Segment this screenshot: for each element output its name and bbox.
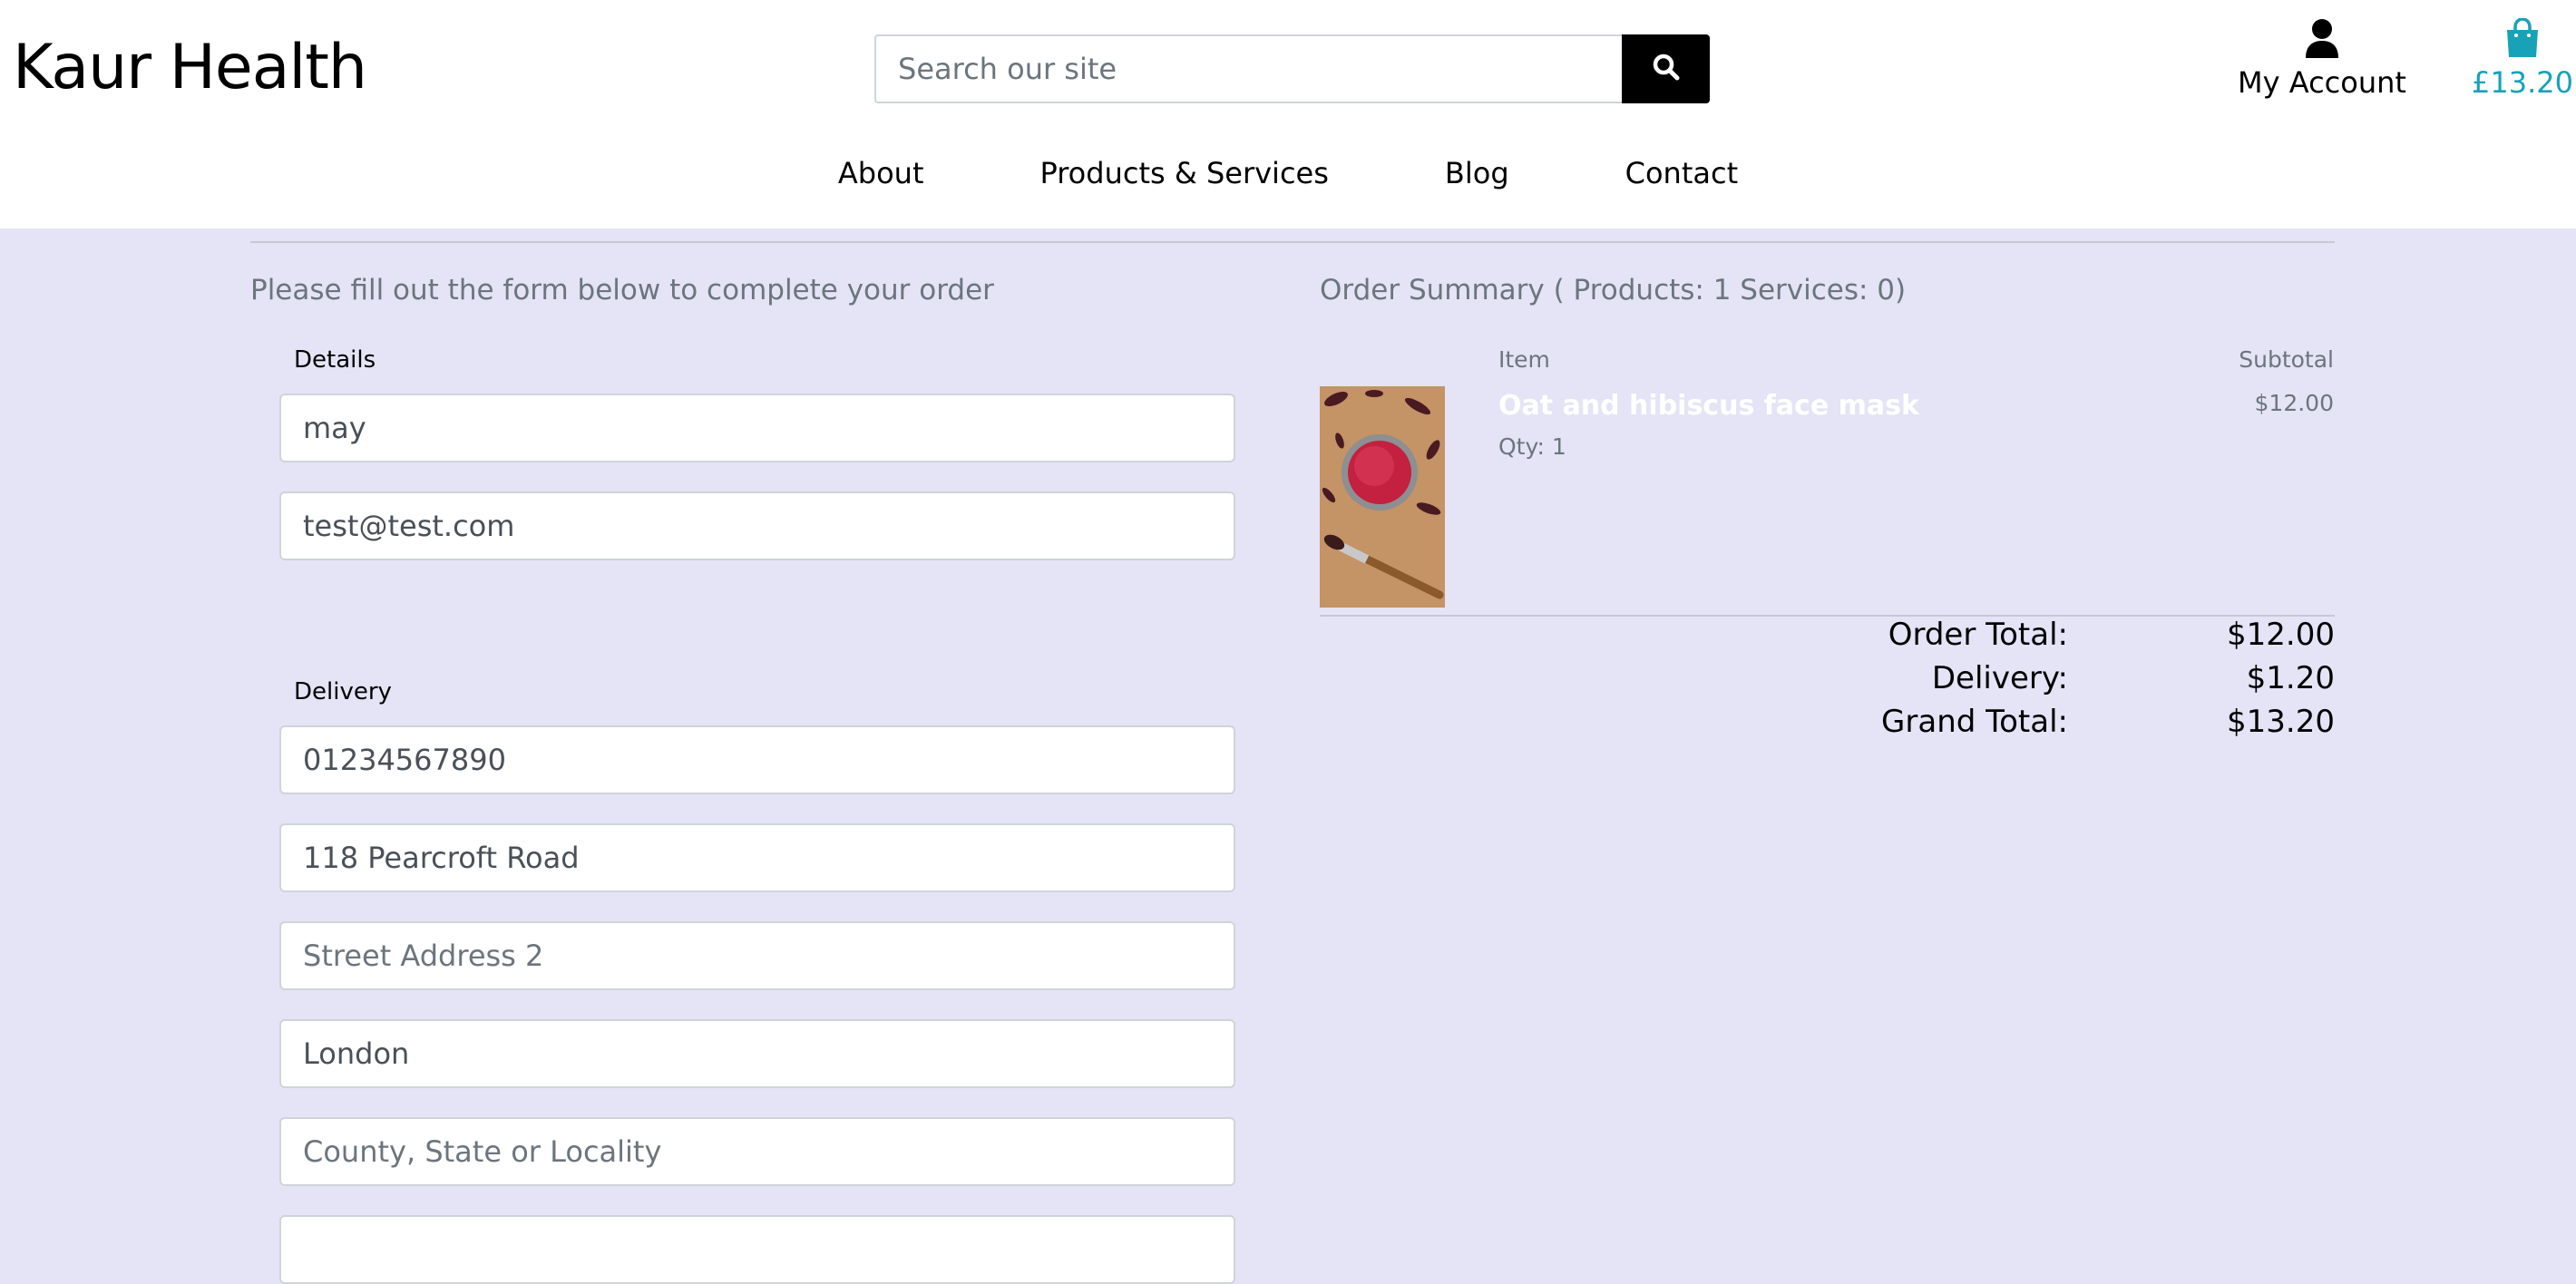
my-account-label: My Account (2238, 65, 2406, 100)
order-total-label: Order Total: (1888, 617, 2068, 653)
delivery-label: Delivery (294, 678, 392, 705)
main-nav: About Products & Services Blog Contact (0, 156, 2576, 190)
order-total-row: Order Total: $12.00 (1320, 617, 2335, 660)
street-address-2-field[interactable] (279, 921, 1235, 990)
grand-total-label: Grand Total: (1881, 704, 2068, 740)
site-logo[interactable]: Kaur Health (13, 31, 367, 105)
product-subtotal: $12.00 (2254, 390, 2334, 416)
town-field[interactable] (279, 1019, 1235, 1088)
delivery-value: $1.20 (2246, 660, 2335, 696)
grand-total-row: Grand Total: $13.20 (1320, 704, 2335, 747)
full-name-field[interactable] (279, 394, 1235, 462)
subtotal-column-header: Subtotal (2239, 346, 2334, 373)
street-address-1-field[interactable] (279, 823, 1235, 892)
checkout-intro: Please fill out the form below to comple… (250, 274, 994, 306)
nav-contact[interactable]: Contact (1567, 156, 1797, 190)
next-field-partial[interactable] (279, 1215, 1235, 1284)
nav-about[interactable]: About (780, 156, 982, 190)
shopping-bag-icon (2504, 17, 2541, 62)
delivery-row: Delivery: $1.20 (1320, 660, 2335, 704)
my-account-link[interactable]: My Account (2231, 18, 2413, 100)
order-summary-title: Order Summary ( Products: 1 Services: 0) (1320, 274, 1907, 306)
order-total-value: $12.00 (2227, 617, 2335, 653)
phone-field[interactable] (279, 725, 1235, 794)
delivery-label-total: Delivery: (1931, 660, 2068, 696)
county-field[interactable] (279, 1117, 1235, 1186)
divider (250, 241, 2335, 243)
nav-blog[interactable]: Blog (1387, 156, 1567, 190)
product-image (1320, 386, 1445, 608)
search-input[interactable] (874, 34, 1622, 103)
shopping-bag-link[interactable]: £13.20 (2469, 17, 2576, 100)
site-header: Kaur Health My Account (0, 0, 2576, 229)
bag-total: £13.20 (2472, 65, 2573, 100)
product-quantity: Qty: 1 (1498, 433, 1566, 460)
product-name[interactable]: Oat and hibiscus face mask (1498, 390, 1919, 422)
details-label: Details (294, 346, 376, 374)
nav-products-services[interactable]: Products & Services (981, 156, 1386, 190)
grand-total-value: $13.20 (2227, 704, 2335, 740)
search-form (874, 34, 1710, 103)
search-icon (1652, 53, 1681, 85)
user-icon (2304, 19, 2340, 62)
item-column-header: Item (1498, 346, 1550, 373)
search-button[interactable] (1622, 34, 1710, 103)
email-field[interactable] (279, 491, 1235, 560)
